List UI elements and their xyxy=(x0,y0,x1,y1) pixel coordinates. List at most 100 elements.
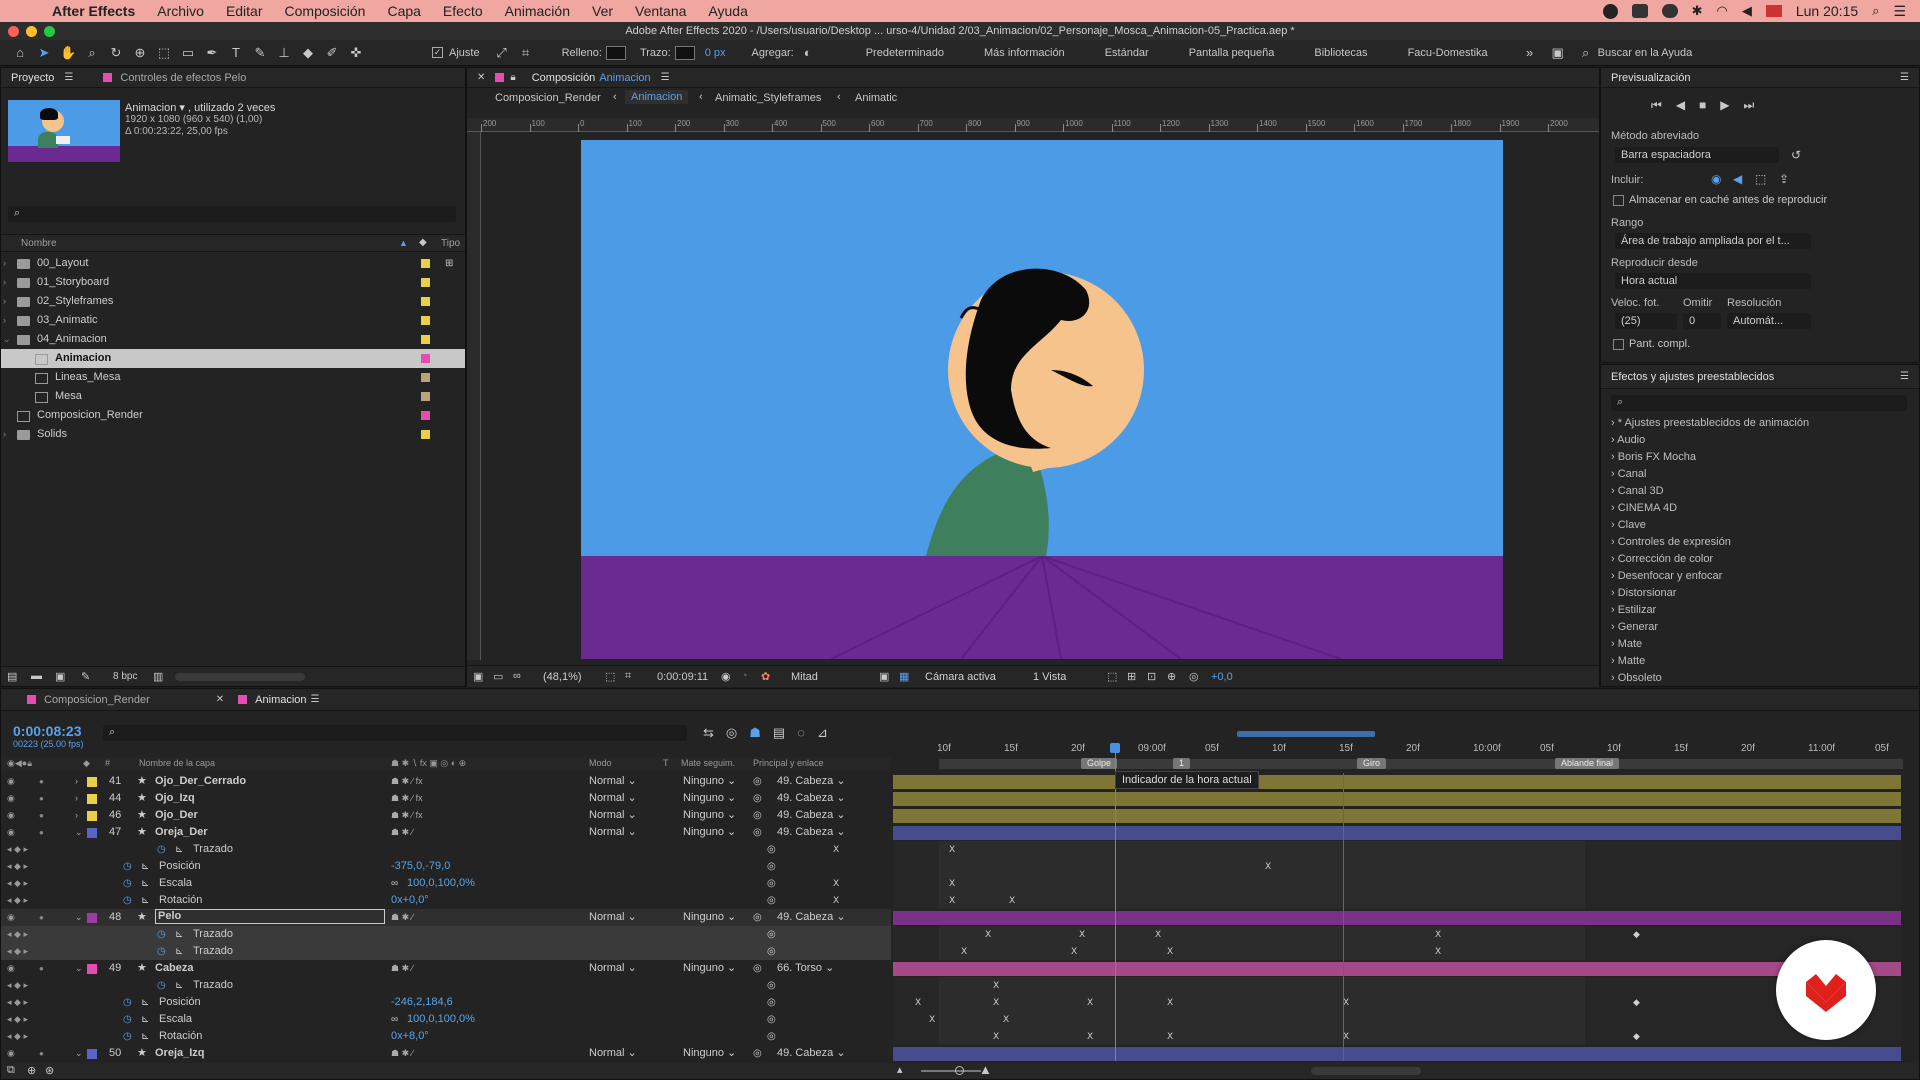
timeline-property-row[interactable]: ◂ ◆ ▸ ◷ ⊾ Trazado ◎ Ⅹ xyxy=(1,977,1901,994)
timeline-property-row[interactable]: ◂ ◆ ▸ ◷ ⊾ Rotación 0x+0,0° ◎ Ⅹ Ⅹ Ⅹ xyxy=(1,892,1901,909)
stopwatch-icon[interactable]: ◷ xyxy=(123,1011,132,1028)
tab-proyecto[interactable]: Proyecto xyxy=(1,72,64,84)
keyframe[interactable]: Ⅹ xyxy=(1435,930,1441,939)
graph-icon[interactable]: ⊾ xyxy=(141,1028,149,1045)
expression-pick-whip-icon[interactable]: ◎ xyxy=(767,858,776,875)
horizontal-ruler[interactable]: 200 100 0 100 200 300 400 500 600 700 800 900 1000 11… xyxy=(467,118,1599,132)
monitor-icon[interactable]: ▭ xyxy=(493,670,503,683)
zoom-in-icon[interactable]: ▲ xyxy=(979,1062,992,1077)
pick-whip-icon[interactable]: ◎ xyxy=(753,960,762,977)
track-matte-select[interactable]: Ninguno ⌄ xyxy=(683,824,736,841)
search-help-input[interactable]: Buscar en la Ayuda xyxy=(1598,47,1693,59)
exposure-value[interactable]: +0,0 xyxy=(1211,671,1233,683)
twirl-icon[interactable]: ⌄ xyxy=(75,824,83,841)
workspace-estandar[interactable]: Estándar xyxy=(1105,47,1149,59)
blend-mode-select[interactable]: Normal ⌄ xyxy=(589,1045,653,1062)
keyframe[interactable]: Ⅹ xyxy=(993,981,999,990)
show-snapshot-icon[interactable]: ◔ xyxy=(741,670,748,682)
keyframe[interactable]: Ⅹ xyxy=(1167,998,1173,1007)
chevron-right-icon[interactable]: › xyxy=(3,273,6,292)
bluetooth-icon[interactable]: ✱ xyxy=(1692,3,1703,19)
stopwatch-icon[interactable]: ◷ xyxy=(157,926,166,943)
keyframe[interactable]: Ⅹ xyxy=(993,998,999,1007)
pick-whip-icon[interactable]: ◎ xyxy=(753,1045,762,1062)
twirl-icon[interactable]: › xyxy=(75,807,78,824)
rectangle-tool-icon[interactable]: ▭ xyxy=(180,45,196,61)
zoom-select[interactable]: (48,1%) xyxy=(537,669,595,685)
composition-canvas[interactable] xyxy=(581,140,1503,659)
graph-icon[interactable]: ⊾ xyxy=(141,994,149,1011)
graph-icon[interactable]: ⊾ xyxy=(141,858,149,875)
keyframe[interactable]: Ⅹ xyxy=(1003,1015,1009,1024)
timeline-icon[interactable]: ⊡ xyxy=(1147,670,1156,683)
crumb-animatic[interactable]: Animatic xyxy=(855,92,897,104)
workspace-mas-informacion[interactable]: Más información xyxy=(984,47,1065,59)
twirl-icon[interactable]: ⌄ xyxy=(75,1045,83,1062)
lock-icon[interactable]: 🔒︎ xyxy=(510,72,515,83)
chevron-right-icon[interactable]: › xyxy=(3,254,6,273)
graph-icon[interactable]: ⊾ xyxy=(175,926,183,943)
keyframe[interactable]: Ⅹ xyxy=(949,896,955,905)
solo-icon[interactable]: ● xyxy=(39,790,44,807)
channels-icon[interactable]: ✿ xyxy=(761,670,770,683)
track-matte-select[interactable]: Ninguno ⌄ xyxy=(683,1045,736,1062)
twirl-icon[interactable]: › xyxy=(75,773,78,790)
keyframe-nav-icon[interactable]: ◂ ◆ ▸ xyxy=(7,875,28,892)
project-item[interactable]: › 01_Storyboard xyxy=(1,273,465,292)
snap-option-icon[interactable]: ⤢ xyxy=(494,45,510,61)
omitir-select[interactable]: 0 xyxy=(1683,313,1721,329)
layer-name[interactable]: Ojo_Der xyxy=(155,807,198,824)
expression-pick-whip-icon[interactable]: ◎ xyxy=(767,841,776,858)
always-preview-icon[interactable]: ▣ xyxy=(473,670,483,683)
panel-menu-icon[interactable]: ☰ xyxy=(311,694,320,705)
fit-icon[interactable]: ⬚ xyxy=(605,670,615,683)
effects-category[interactable]: › Generar xyxy=(1611,621,1658,633)
pen-tool-icon[interactable]: ✒ xyxy=(204,45,220,61)
property-value[interactable]: -246,2,184,6 xyxy=(391,994,453,1011)
property-value[interactable]: 100,0,100,0% xyxy=(407,875,475,892)
label-color[interactable] xyxy=(421,373,430,382)
project-item[interactable]: ⌄ 04_Animacion xyxy=(1,330,465,349)
chevron-right-icon[interactable]: › xyxy=(3,311,6,330)
project-item[interactable]: Composicion_Render xyxy=(1,406,465,425)
frame-blending-icon[interactable]: ▤ xyxy=(773,725,785,741)
type-tool-icon[interactable]: T xyxy=(228,45,244,61)
layer-label-color[interactable] xyxy=(87,1049,97,1059)
draft-3d-icon[interactable]: ◎ xyxy=(726,725,737,741)
blend-mode-select[interactable]: Normal ⌄ xyxy=(589,790,653,807)
views-select[interactable]: 1 Vista xyxy=(1027,669,1099,685)
label-color[interactable] xyxy=(421,297,430,306)
keyframe[interactable]: Ⅹ xyxy=(1087,1032,1093,1041)
effects-search-input[interactable]: ⌕ xyxy=(1611,395,1907,411)
layer-name[interactable]: Oreja_Der xyxy=(155,824,208,841)
project-item[interactable]: › 00_Layout ⊞ xyxy=(1,254,465,273)
timeline-scrollbar[interactable] xyxy=(1311,1067,1421,1075)
menu-animacion[interactable]: Animación xyxy=(505,3,570,19)
time-ruler[interactable]: 10f 15f 20f 09:00f 05f 10f 15f 20f 10:00f 05f 10f 1… xyxy=(893,729,1903,771)
keyframe[interactable]: Ⅹ xyxy=(985,930,991,939)
track-matte-select[interactable]: Ninguno ⌄ xyxy=(683,909,736,926)
visibility-icon[interactable]: ◉ xyxy=(7,773,15,790)
visibility-icon[interactable]: ◉ xyxy=(7,1045,15,1062)
viewer-timecode[interactable]: 0:00:09:11 xyxy=(657,671,708,683)
graph-editor-icon[interactable]: ⊿ xyxy=(817,725,828,741)
crumb-animatic-styleframes[interactable]: Animatic_Styleframes xyxy=(715,92,821,104)
keyframe[interactable]: Ⅹ xyxy=(929,1015,935,1024)
include-external-icon[interactable]: ⇪ xyxy=(1779,172,1789,186)
hand-tool-icon[interactable]: ✋ xyxy=(60,45,76,61)
effects-category[interactable]: › Audio xyxy=(1611,434,1645,446)
keyframe[interactable]: Ⅹ xyxy=(833,879,839,888)
timeline-property-row[interactable]: ◂ ◆ ▸ ◷ ⊾ Rotación 0x+8,0° ◎ Ⅹ Ⅹ Ⅹ Ⅹ ◆ xyxy=(1,1028,1901,1045)
delete-icon[interactable]: ▥ xyxy=(153,670,163,683)
chevron-right-icon[interactable]: › xyxy=(3,292,6,311)
include-overlay-icon[interactable]: ⬚ xyxy=(1755,172,1766,186)
marker-ablande-final[interactable]: Ablande final xyxy=(1555,758,1620,769)
timeline-layer-row[interactable]: ◉ ● ⌄ 50 ★ Oreja_Izq ☗ ✱ ∕ Normal ⌄ Ninguno ⌄ ◎ 49… xyxy=(1,1045,1901,1062)
property-value[interactable]: -375,0,-79,0 xyxy=(391,858,450,875)
effects-category[interactable]: › Canal 3D xyxy=(1611,485,1664,497)
expression-pick-whip-icon[interactable]: ◎ xyxy=(767,1011,776,1028)
parent-select[interactable]: 49. Cabeza ⌄ xyxy=(777,909,846,926)
spotlight-icon[interactable]: ⌕ xyxy=(1872,3,1879,19)
t-column[interactable]: T xyxy=(663,758,669,768)
veloc-select[interactable]: (25) xyxy=(1615,313,1677,329)
